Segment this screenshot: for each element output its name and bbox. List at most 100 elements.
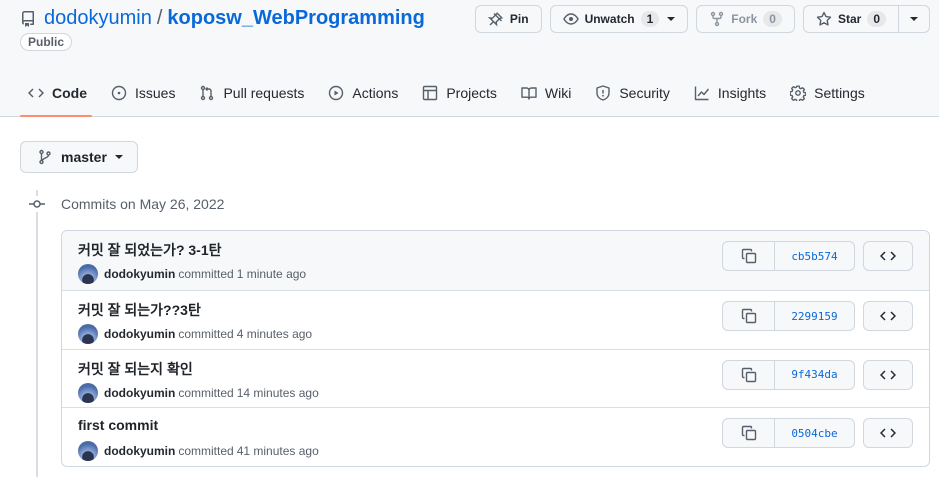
tab-label: Security	[619, 85, 670, 101]
commit-row: first commit dodokyumin committed 41 min…	[62, 407, 929, 466]
commit-author-link[interactable]: dodokyumin	[104, 444, 175, 458]
star-icon	[816, 11, 832, 26]
repo-nav-tabs: Code Issues Pull requests Actions Projec…	[20, 78, 881, 108]
timeline-line	[36, 190, 38, 477]
code-icon	[880, 251, 896, 261]
code-icon	[28, 88, 44, 98]
fork-label: Fork	[731, 12, 758, 26]
tab-label: Issues	[135, 85, 176, 101]
pin-icon	[487, 12, 503, 27]
avatar[interactable]	[78, 382, 98, 403]
tab-actions[interactable]: Actions	[320, 78, 406, 108]
issue-icon	[111, 85, 127, 101]
commit-verb: committed	[178, 327, 234, 341]
star-count: 0	[867, 11, 886, 27]
avatar[interactable]	[78, 264, 98, 284]
commit-time: 4 minutes ago	[236, 327, 313, 341]
tab-label: Wiki	[544, 85, 572, 101]
repo-header: dodokyumin / koposw_WebProgramming Publi…	[0, 0, 939, 117]
tab-label: Settings	[814, 85, 865, 101]
unwatch-button[interactable]: Unwatch 1	[549, 5, 689, 33]
commit-row: 커밋 잘 되었는가? 3-1탄 dodokyumin committed 1 m…	[62, 231, 929, 290]
commit-author-link[interactable]: dodokyumin	[104, 267, 175, 281]
tab-insights[interactable]: Insights	[686, 78, 774, 108]
tab-pull-requests[interactable]: Pull requests	[191, 78, 312, 108]
gear-icon	[790, 85, 807, 101]
copy-sha-button[interactable]	[722, 241, 775, 271]
tab-projects[interactable]: Projects	[414, 78, 505, 108]
tab-label: Code	[52, 85, 87, 101]
browse-repo-button[interactable]	[863, 418, 913, 448]
star-button[interactable]: Star 0	[802, 5, 899, 33]
repo-title: dodokyumin / koposw_WebProgramming	[20, 7, 425, 30]
table-icon	[423, 85, 438, 101]
avatar[interactable]	[78, 441, 98, 461]
browse-repo-button[interactable]	[863, 359, 913, 390]
commit-time: 41 minutes ago	[236, 444, 319, 458]
commit-verb: committed	[178, 385, 234, 400]
star-button-group: Star 0	[802, 5, 930, 33]
tab-security[interactable]: Security	[587, 78, 678, 108]
commit-author-link[interactable]: dodokyumin	[104, 327, 175, 341]
commit-verb: committed	[178, 267, 234, 281]
copy-sha-button[interactable]	[722, 418, 775, 448]
fork-count: 0	[763, 11, 782, 27]
commit-meta: dodokyumin committed 4 minutes ago	[78, 324, 312, 344]
code-icon	[880, 428, 896, 438]
commit-actions: 2299159	[722, 301, 913, 331]
copy-icon	[741, 308, 756, 324]
code-icon	[880, 311, 896, 321]
commit-sha-link[interactable]: cb5b574	[775, 241, 855, 271]
commit-time: 14 minutes ago	[236, 385, 319, 400]
commit-message-link[interactable]: first commit	[78, 417, 158, 433]
tab-label: Insights	[717, 85, 767, 101]
commit-meta: dodokyumin committed 1 minute ago	[78, 264, 306, 284]
commit-meta: dodokyumin committed 14 minutes ago	[78, 382, 319, 403]
browse-repo-button[interactable]	[863, 301, 913, 331]
repo-path-separator: /	[156, 7, 163, 29]
commit-verb: committed	[178, 444, 234, 458]
browse-repo-button[interactable]	[863, 241, 913, 271]
commit-message-link[interactable]: 커밋 잘 되는지 확인	[78, 359, 193, 379]
commit-row: 커밋 잘 되는가??3탄 dodokyumin committed 4 minu…	[62, 290, 929, 349]
commit-time: 1 minute ago	[236, 267, 307, 281]
commits-date-heading: Commits on May 26, 2022	[61, 196, 225, 212]
copy-sha-button[interactable]	[722, 359, 775, 390]
commit-actions: 0504cbe	[722, 418, 913, 448]
branch-select-button[interactable]: master	[20, 141, 138, 173]
commit-row: 커밋 잘 되는지 확인 dodokyumin committed 14 minu…	[62, 348, 929, 408]
pull-request-icon	[201, 85, 214, 101]
star-list-dropdown[interactable]	[899, 5, 930, 33]
book-icon	[521, 87, 537, 100]
watch-count: 1	[640, 11, 660, 27]
fork-button[interactable]: Fork 0	[696, 5, 795, 33]
commit-message-link[interactable]: 커밋 잘 되었는가? 3-1탄	[78, 240, 222, 260]
commit-group-icon	[28, 196, 46, 212]
tab-settings[interactable]: Settings	[782, 78, 873, 108]
tab-label: Pull requests	[223, 85, 305, 101]
play-icon	[329, 85, 344, 101]
repo-owner-link[interactable]: dodokyumin	[44, 7, 152, 30]
tab-code[interactable]: Code	[20, 78, 95, 108]
pin-button[interactable]: Pin	[474, 5, 542, 33]
copy-sha-button[interactable]	[722, 301, 775, 331]
pin-label: Pin	[509, 12, 529, 26]
tab-label: Actions	[352, 85, 399, 101]
repo-name-link[interactable]: koposw_WebProgramming	[167, 7, 424, 30]
code-icon	[880, 369, 896, 380]
commit-message-link[interactable]: 커밋 잘 되는가??3탄	[78, 300, 201, 320]
tab-issues[interactable]: Issues	[103, 78, 183, 108]
tab-wiki[interactable]: Wiki	[513, 78, 579, 108]
repo-icon	[20, 10, 36, 27]
commit-sha-link[interactable]: 9f434da	[775, 359, 855, 390]
commit-sha-link[interactable]: 0504cbe	[775, 418, 855, 448]
avatar[interactable]	[78, 324, 98, 344]
shield-icon	[596, 85, 611, 101]
tab-label: Projects	[446, 85, 497, 101]
active-tab-indicator	[20, 115, 92, 117]
branch-icon	[39, 149, 51, 165]
commit-author-link[interactable]: dodokyumin	[104, 386, 175, 400]
copy-icon	[741, 248, 756, 264]
fork-icon	[711, 11, 724, 27]
commit-sha-link[interactable]: 2299159	[775, 301, 855, 331]
